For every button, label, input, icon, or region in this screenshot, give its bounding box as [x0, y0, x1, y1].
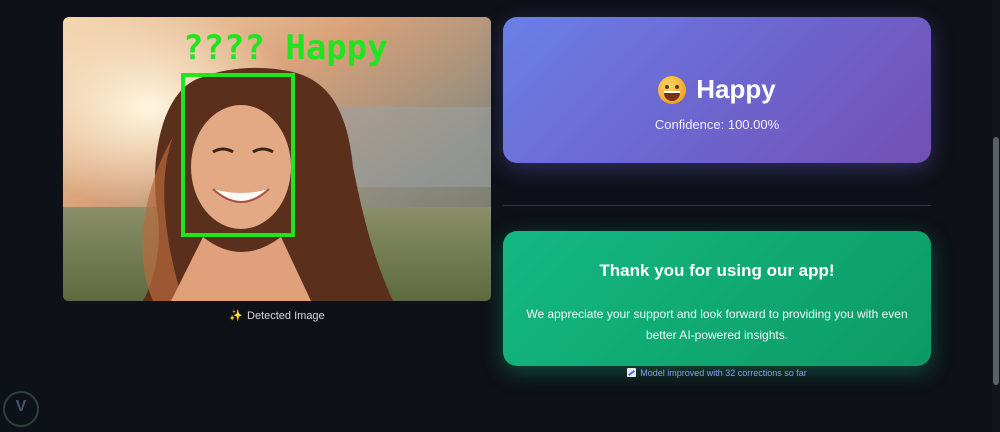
thank-you-message: We appreciate your support and look forw…	[526, 307, 908, 342]
detected-image-caption: ✨ Detected Image	[63, 309, 491, 322]
chart-increasing-icon	[627, 368, 637, 377]
thank-you-title: Thank you for using our app!	[599, 261, 835, 280]
detected-face-photo: ???? Happy	[63, 17, 491, 301]
watermark-logo	[3, 391, 39, 427]
scrollbar-track[interactable]	[992, 0, 1000, 432]
detected-image: ???? Happy	[63, 17, 491, 301]
divider	[503, 205, 931, 206]
caption-text: Detected Image	[247, 310, 325, 322]
model-note-text: Model improved with 32 corrections so fa…	[640, 368, 807, 378]
emotion-result-card: Happy Confidence: 100.00%	[503, 17, 931, 163]
emotion-label: Happy	[696, 74, 776, 104]
thank-you-card: Thank you for using our app! We apprecia…	[503, 231, 931, 366]
confidence-text: Confidence: 100.00%	[654, 117, 780, 132]
emotion-title: Happy	[503, 74, 931, 105]
sparkles-icon: ✨	[229, 310, 244, 322]
grinning-face-icon	[658, 75, 687, 104]
model-improvement-note: Model improved with 32 corrections so fa…	[503, 368, 931, 378]
scrollbar-thumb[interactable]	[993, 137, 999, 385]
overlay-label: ???? Happy	[183, 28, 388, 68]
